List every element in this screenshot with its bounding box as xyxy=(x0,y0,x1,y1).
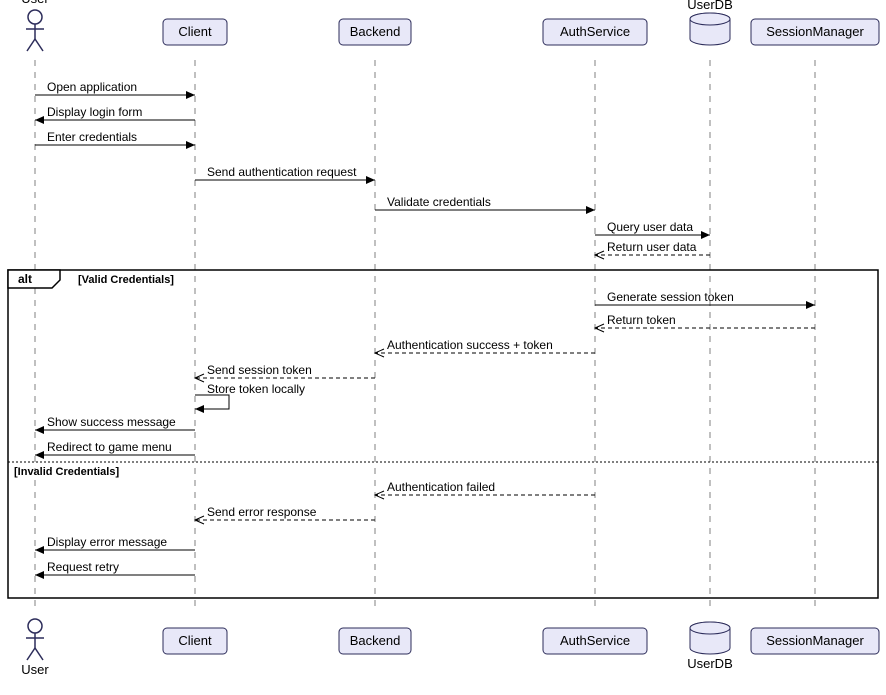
message-label: Authentication failed xyxy=(387,480,495,494)
participant-label: SessionManager xyxy=(766,24,864,39)
message-label: Store token locally xyxy=(207,382,305,396)
message-label: Query user data xyxy=(607,220,693,234)
message-label: Authentication success + token xyxy=(387,338,553,352)
message-label: Return user data xyxy=(607,240,697,254)
message-label: Send authentication request xyxy=(207,165,357,179)
participant-label: Backend xyxy=(350,633,401,648)
frame-label: alt xyxy=(18,272,32,286)
participant-label: Backend xyxy=(350,24,401,39)
participant-label: Client xyxy=(178,633,212,648)
participant-label: SessionManager xyxy=(766,633,864,648)
participant-label: UserDB xyxy=(687,0,733,12)
participant-label: User xyxy=(21,0,49,6)
participant-label: User xyxy=(21,662,49,677)
message-label: Generate session token xyxy=(607,290,734,304)
participant-label: AuthService xyxy=(560,633,630,648)
participant-label: UserDB xyxy=(687,656,733,671)
message-label: Redirect to game menu xyxy=(47,440,172,454)
message-label: Send session token xyxy=(207,363,312,377)
participant-label: AuthService xyxy=(560,24,630,39)
guard-label: [Invalid Credentials] xyxy=(14,466,119,478)
message-label: Open application xyxy=(47,80,137,94)
message-label: Validate credentials xyxy=(387,195,491,209)
message-label: Request retry xyxy=(47,560,119,574)
message-label: Send error response xyxy=(207,505,317,519)
actor-icon xyxy=(28,619,42,633)
message-label: Show success message xyxy=(47,415,176,429)
message-label: Display error message xyxy=(47,535,167,549)
guard-label: [Valid Credentials] xyxy=(78,274,174,286)
sequence-diagram: User Client Backend AuthService UserDB Sessio… xyxy=(0,0,886,695)
message-label: Display login form xyxy=(47,105,142,119)
actor-icon xyxy=(28,10,42,24)
message-label: Enter credentials xyxy=(47,130,137,144)
message-label: Return token xyxy=(607,313,676,327)
participant-label: Client xyxy=(178,24,212,39)
